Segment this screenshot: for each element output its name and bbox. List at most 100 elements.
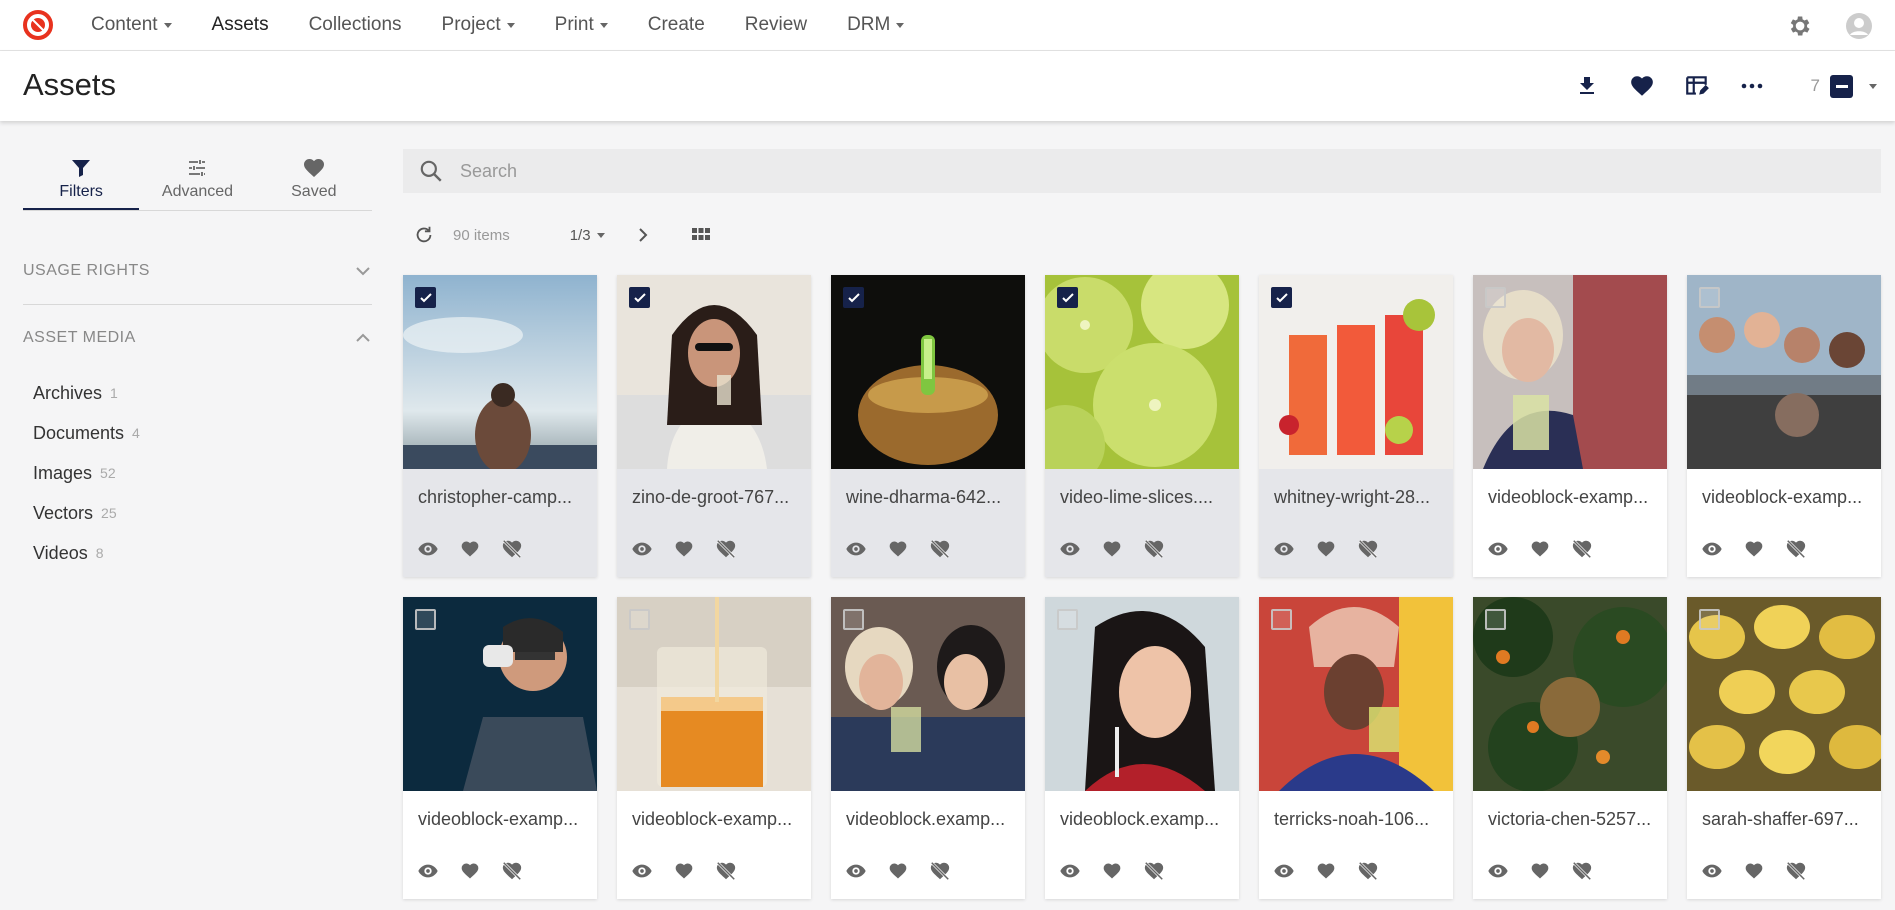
asset-card[interactable]: videoblock-examp...: [617, 597, 811, 899]
no-rights-icon[interactable]: [501, 860, 523, 882]
eye-icon[interactable]: [1487, 538, 1509, 560]
no-rights-icon[interactable]: [1143, 538, 1165, 560]
avatar[interactable]: [1845, 12, 1873, 40]
asset-card[interactable]: wine-dharma-642...: [831, 275, 1025, 577]
select-checkbox[interactable]: [415, 287, 436, 308]
eye-icon[interactable]: [1059, 538, 1081, 560]
select-checkbox[interactable]: [1271, 287, 1292, 308]
eye-icon[interactable]: [631, 860, 653, 882]
select-checkbox[interactable]: [629, 609, 650, 630]
nav-item-drm[interactable]: DRM: [847, 14, 905, 36]
heart-icon[interactable]: [1628, 72, 1656, 100]
eye-icon[interactable]: [845, 860, 867, 882]
no-rights-icon[interactable]: [1357, 538, 1379, 560]
facet-item-archives[interactable]: Archives 1: [33, 373, 140, 413]
next-page-icon[interactable]: [635, 227, 651, 243]
heart-icon[interactable]: [673, 860, 695, 882]
asset-card[interactable]: whitney-wright-28...: [1259, 275, 1453, 577]
nav-item-collections[interactable]: Collections: [309, 14, 402, 36]
heart-icon[interactable]: [1743, 860, 1765, 882]
tab-filters[interactable]: Filters: [23, 156, 140, 210]
heart-icon[interactable]: [1743, 538, 1765, 560]
tab-saved[interactable]: Saved: [256, 156, 372, 210]
heart-icon[interactable]: [887, 538, 909, 560]
no-rights-icon[interactable]: [1571, 538, 1593, 560]
no-rights-icon[interactable]: [1785, 860, 1807, 882]
heart-icon[interactable]: [887, 860, 909, 882]
asset-card[interactable]: videoblock-examp...: [1687, 275, 1881, 577]
eye-icon[interactable]: [1701, 860, 1723, 882]
eye-icon[interactable]: [631, 538, 653, 560]
nav-item-create[interactable]: Create: [648, 14, 705, 36]
facet-item-images[interactable]: Images 52: [33, 453, 140, 493]
no-rights-icon[interactable]: [1785, 538, 1807, 560]
no-rights-icon[interactable]: [929, 860, 951, 882]
facet-item-vectors[interactable]: Vectors 25: [33, 493, 140, 533]
eye-icon[interactable]: [1487, 860, 1509, 882]
heart-icon[interactable]: [459, 538, 481, 560]
heart-icon[interactable]: [1101, 538, 1123, 560]
heart-icon[interactable]: [673, 538, 695, 560]
facet-item-videos[interactable]: Videos 8: [33, 533, 140, 573]
facet-usage-rights[interactable]: USAGE RIGHTS: [23, 238, 372, 304]
no-rights-icon[interactable]: [715, 538, 737, 560]
asset-card[interactable]: terricks-noah-106...: [1259, 597, 1453, 899]
select-checkbox[interactable]: [1485, 287, 1506, 308]
deselect-all-checkbox[interactable]: [1830, 74, 1853, 98]
asset-card[interactable]: videoblock-examp...: [403, 597, 597, 899]
no-rights-icon[interactable]: [1143, 860, 1165, 882]
asset-card[interactable]: videoblock-examp...: [1473, 275, 1667, 577]
nav-item-content[interactable]: Content: [91, 14, 172, 36]
refresh-icon[interactable]: [413, 224, 435, 246]
select-checkbox[interactable]: [1057, 287, 1078, 308]
eye-icon[interactable]: [1701, 538, 1723, 560]
table-edit-icon[interactable]: [1683, 72, 1711, 100]
no-rights-icon[interactable]: [715, 860, 737, 882]
asset-card[interactable]: sarah-shaffer-697...: [1687, 597, 1881, 899]
asset-card[interactable]: zino-de-groot-767...: [617, 275, 811, 577]
select-checkbox[interactable]: [1699, 609, 1720, 630]
select-checkbox[interactable]: [1057, 609, 1078, 630]
facet-item-documents[interactable]: Documents 4: [33, 413, 140, 453]
eye-icon[interactable]: [1273, 538, 1295, 560]
select-checkbox[interactable]: [843, 609, 864, 630]
eye-icon[interactable]: [845, 538, 867, 560]
more-icon[interactable]: [1738, 72, 1766, 100]
nav-item-print[interactable]: Print: [555, 14, 608, 36]
asset-card[interactable]: christopher-camp...: [403, 275, 597, 577]
facet-asset-media[interactable]: ASSET MEDIA: [23, 305, 372, 371]
select-checkbox[interactable]: [415, 609, 436, 630]
nav-item-project[interactable]: Project: [442, 14, 515, 36]
eye-icon[interactable]: [1273, 860, 1295, 882]
download-icon[interactable]: [1573, 72, 1601, 100]
no-rights-icon[interactable]: [929, 538, 951, 560]
heart-icon[interactable]: [1529, 538, 1551, 560]
heart-icon[interactable]: [1529, 860, 1551, 882]
tab-advanced[interactable]: Advanced: [139, 156, 255, 210]
select-checkbox[interactable]: [1271, 609, 1292, 630]
search-input[interactable]: Search: [403, 149, 1881, 193]
select-checkbox[interactable]: [843, 287, 864, 308]
brand-logo-icon[interactable]: [23, 10, 53, 40]
gear-icon[interactable]: [1786, 13, 1812, 39]
heart-icon[interactable]: [459, 860, 481, 882]
eye-icon[interactable]: [1059, 860, 1081, 882]
page-selector[interactable]: 1/3: [570, 227, 605, 244]
select-checkbox[interactable]: [629, 287, 650, 308]
heart-icon[interactable]: [1315, 538, 1337, 560]
asset-card[interactable]: videoblock.examp...: [1045, 597, 1239, 899]
grid-view-icon[interactable]: [691, 225, 711, 245]
chevron-down-icon[interactable]: [1869, 83, 1877, 89]
asset-card[interactable]: videoblock.examp...: [831, 597, 1025, 899]
asset-card[interactable]: video-lime-slices....: [1045, 275, 1239, 577]
nav-item-review[interactable]: Review: [745, 14, 807, 36]
heart-icon[interactable]: [1101, 860, 1123, 882]
select-checkbox[interactable]: [1699, 287, 1720, 308]
no-rights-icon[interactable]: [1357, 860, 1379, 882]
heart-icon[interactable]: [1315, 860, 1337, 882]
no-rights-icon[interactable]: [1571, 860, 1593, 882]
no-rights-icon[interactable]: [501, 538, 523, 560]
nav-item-assets[interactable]: Assets: [212, 14, 269, 36]
asset-card[interactable]: victoria-chen-5257...: [1473, 597, 1667, 899]
select-checkbox[interactable]: [1485, 609, 1506, 630]
